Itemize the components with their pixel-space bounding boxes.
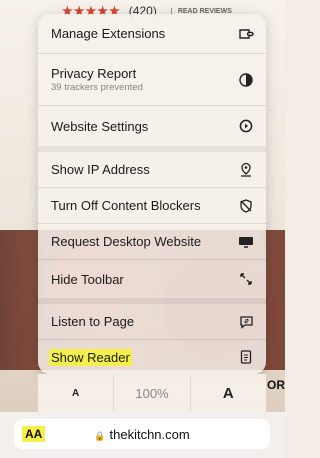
menu-item-label: Request Desktop Website (51, 234, 202, 249)
page-menu: Manage Extensions Privacy Report 39 trac… (38, 14, 266, 374)
privacy-shield-icon (238, 72, 254, 88)
turn-off-content-blockers-item[interactable]: Turn Off Content Blockers (38, 188, 266, 224)
website-settings-item[interactable]: Website Settings (38, 106, 266, 146)
menu-item-label: Show IP Address (51, 162, 150, 177)
background-edge-text: OR (267, 378, 285, 392)
show-reader-item[interactable]: Show Reader (38, 340, 266, 374)
request-desktop-website-item[interactable]: Request Desktop Website (38, 224, 266, 260)
decrease-font-button[interactable]: A (38, 388, 113, 399)
menu-item-label: Privacy Report (51, 66, 137, 81)
privacy-report-item[interactable]: Privacy Report 39 trackers prevented (38, 54, 266, 106)
extensions-icon (238, 26, 254, 42)
content-blocker-off-icon (238, 198, 254, 214)
menu-item-label: Website Settings (51, 118, 149, 134)
menu-item-label: Show Reader (49, 348, 132, 366)
url-field[interactable]: AA 🔒 thekitchn.com (14, 419, 270, 449)
speech-bubble-icon (238, 314, 254, 330)
hide-toolbar-item[interactable]: Hide Toolbar (38, 260, 266, 298)
zoom-level: 100% (113, 374, 191, 412)
show-ip-address-item[interactable]: Show IP Address (38, 152, 266, 188)
address-bar: AA 🔒 thekitchn.com (0, 412, 285, 458)
trackers-prevented-text: 39 trackers prevented (51, 82, 143, 93)
desktop-icon (238, 234, 254, 250)
arrows-expand-icon (238, 271, 254, 287)
increase-font-button[interactable]: A (191, 385, 266, 402)
reader-icon (238, 349, 254, 365)
manage-extensions-item[interactable]: Manage Extensions (38, 14, 266, 54)
menu-item-label: Hide Toolbar (51, 271, 124, 287)
url-text: thekitchn.com (109, 426, 190, 442)
url-display: 🔒 thekitchn.com (14, 427, 270, 442)
settings-icon (238, 118, 254, 134)
lock-icon: 🔒 (94, 430, 106, 441)
font-size-bar: A 100% A (38, 374, 266, 412)
menu-item-label: Listen to Page (51, 314, 135, 329)
menu-item-label: Manage Extensions (51, 26, 166, 41)
location-pin-icon (238, 162, 254, 178)
listen-to-page-item[interactable]: Listen to Page (38, 304, 266, 340)
menu-item-label: Turn Off Content Blockers (51, 198, 201, 213)
